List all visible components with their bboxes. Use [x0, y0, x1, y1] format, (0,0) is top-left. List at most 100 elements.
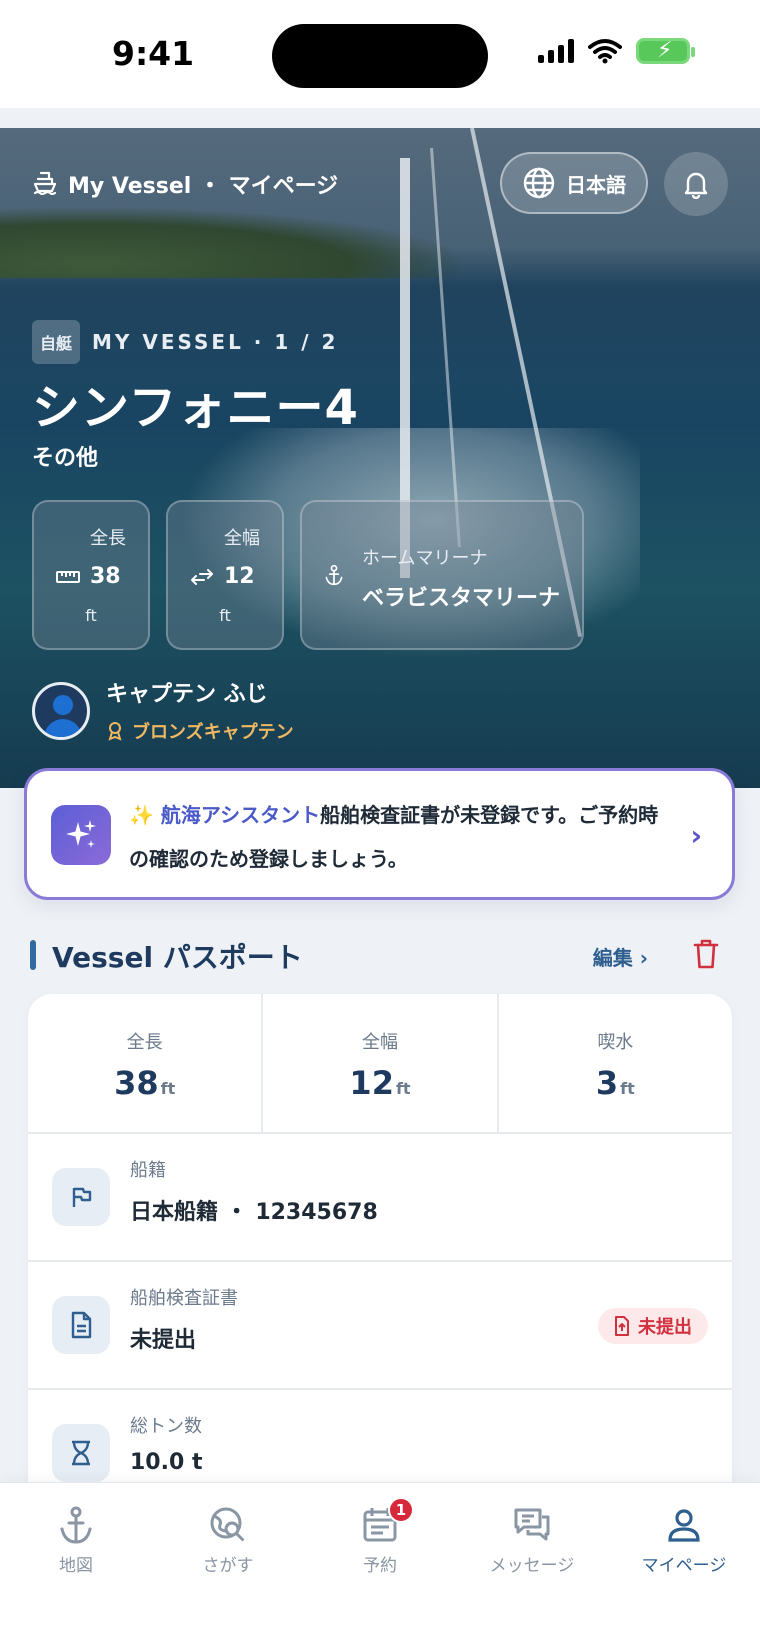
- registry-value: 日本船籍 ・ 12345678: [130, 1200, 378, 1225]
- medal-icon: [108, 722, 122, 741]
- avatar: [32, 682, 90, 740]
- assistant-name-label: 航海アシスタント: [160, 803, 321, 827]
- chevron-right-icon: ›: [690, 819, 702, 852]
- dim-beam-unit: ft: [395, 1079, 411, 1098]
- dim-beam-value: 12 ft: [263, 1064, 496, 1102]
- beam-label: 全幅: [224, 528, 260, 549]
- length-value: 38: [90, 564, 121, 589]
- home-marina-label: ホームマリーナ: [362, 548, 488, 569]
- dim-draft-label: 喫水: [597, 1032, 634, 1053]
- document-icon: [52, 1296, 110, 1354]
- status-bar: 9:41 ⚡: [0, 0, 760, 108]
- edit-label: 編集: [592, 946, 633, 970]
- length-stat-card: 全長 38 ft: [32, 500, 150, 650]
- dim-draft-value: 3 ft: [499, 1064, 732, 1102]
- registry-label: 船籍: [130, 1160, 166, 1181]
- swap-arrows-icon: [191, 569, 213, 585]
- sparkles-icon: [51, 805, 111, 865]
- length-label: 全長: [90, 528, 126, 549]
- vessel-passport-card: 全長 38 ft 全幅 12 ft 喫水 3 ft 船籍 日本船籍 ・ 1234567…: [28, 994, 732, 1514]
- notifications-button[interactable]: [664, 152, 728, 216]
- captain-name: キャプテン ふじ: [106, 682, 268, 707]
- dim-length-value: 38 ft: [28, 1064, 261, 1102]
- tab-map[interactable]: 地図: [0, 1505, 152, 1576]
- dim-draft: 喫水 3 ft: [499, 994, 732, 1132]
- vessel-hero: My Vessel ・ マイページ 日本語 自艇 MY VESSEL · 1 /…: [0, 128, 760, 788]
- ship-icon: [32, 169, 58, 199]
- dim-beam-label: 全幅: [361, 1032, 398, 1053]
- vessel-name: シンフォニー4: [32, 380, 359, 436]
- anchor-icon: [325, 564, 343, 586]
- captain-rank-label: ブロンズキャプテン: [132, 722, 294, 743]
- dim-draft-unit: ft: [620, 1079, 635, 1098]
- tonnage-value: 10.0 t: [130, 1450, 203, 1475]
- tab-mypage-label: マイページ: [641, 1556, 727, 1576]
- chat-icon: [514, 1508, 550, 1541]
- registry-row[interactable]: 船籍 日本船籍 ・ 12345678: [28, 1134, 732, 1262]
- dim-draft-number: 3: [595, 1064, 619, 1102]
- hero-header: My Vessel ・ マイページ: [32, 168, 338, 200]
- tab-messages-label: メッセージ: [489, 1556, 575, 1576]
- status-badge-label: 未提出: [638, 1317, 692, 1338]
- trash-icon[interactable]: [692, 938, 720, 970]
- tab-search-label: さがす: [202, 1556, 254, 1576]
- language-button[interactable]: 日本語: [500, 152, 648, 214]
- hourglass-icon: [52, 1424, 110, 1482]
- tab-map-label: 地図: [59, 1556, 93, 1576]
- ruler-icon: [56, 571, 80, 583]
- passport-section-header: Vessel パスポート 編集 ›: [30, 936, 730, 976]
- wifi-icon: [588, 39, 622, 64]
- tonnage-label: 総トン数: [130, 1416, 202, 1437]
- battery-charging-icon: ⚡: [636, 38, 695, 64]
- dim-length-number: 38: [114, 1064, 159, 1102]
- vessel-type: その他: [32, 446, 99, 471]
- anchor-icon: [60, 1506, 92, 1544]
- tab-mypage[interactable]: マイページ: [608, 1505, 760, 1576]
- dim-length-label: 全長: [126, 1032, 163, 1053]
- vessel-counter: MY VESSEL · 1 / 2: [92, 330, 339, 354]
- inspection-value: 未提出: [130, 1328, 197, 1353]
- home-marina-value: ベラビスタマリーナ: [362, 586, 561, 611]
- length-unit: ft: [85, 606, 97, 625]
- status-badge: 未提出: [598, 1308, 708, 1344]
- chevron-right-icon: ›: [639, 946, 648, 970]
- home-marina-card[interactable]: ホームマリーナ ベラビスタマリーナ: [300, 500, 584, 650]
- assistant-name: ✨ 航海アシスタント: [129, 803, 321, 827]
- beam-stat-card: 全幅 12 ft: [166, 500, 284, 650]
- upload-document-icon: [615, 1316, 629, 1336]
- bell-icon: [684, 172, 708, 199]
- page-title: My Vessel ・ マイページ: [68, 174, 339, 199]
- user-icon: [668, 1509, 700, 1542]
- language-label: 日本語: [566, 172, 626, 197]
- edit-button[interactable]: 編集 ›: [593, 942, 648, 971]
- tab-bookings-label: 予約: [363, 1556, 397, 1576]
- tab-messages[interactable]: メッセージ: [456, 1505, 608, 1576]
- cellular-signal-icon: [538, 39, 574, 63]
- section-accent-bar: [30, 940, 36, 970]
- status-time: 9:41: [112, 34, 195, 73]
- own-vessel-badge: 自艇: [32, 320, 81, 364]
- beam-unit: ft: [219, 606, 231, 625]
- vessel-tag-row: 自艇 MY VESSEL · 1 / 2: [32, 320, 338, 364]
- globe-icon: [523, 167, 555, 199]
- flag-icon: [52, 1168, 110, 1226]
- dim-beam: 全幅 12 ft: [263, 994, 499, 1132]
- inspection-label: 船舶検査証書: [130, 1288, 238, 1309]
- dim-length-unit: ft: [160, 1079, 176, 1098]
- dynamic-island: [272, 24, 488, 88]
- assistant-message: ✨ 航海アシスタント船舶検査証書が未登録です。ご予約時の確認のため登録しましょう…: [129, 793, 669, 881]
- dim-beam-number: 12: [349, 1064, 394, 1102]
- captain-rank: ブロンズキャプテン: [106, 718, 294, 744]
- dimension-grid: 全長 38 ft 全幅 12 ft 喫水 3 ft: [28, 994, 732, 1134]
- inspection-row[interactable]: 船舶検査証書 未提出 未提出: [28, 1262, 732, 1390]
- dim-length: 全長 38 ft: [28, 994, 264, 1132]
- status-icons: ⚡: [538, 38, 695, 64]
- beam-value: 12: [224, 564, 255, 589]
- search-globe-icon: [210, 1507, 244, 1541]
- assistant-banner[interactable]: ✨ 航海アシスタント船舶検査証書が未登録です。ご予約時の確認のため登録しましょう…: [24, 768, 735, 900]
- hero-background-hills: [0, 208, 460, 278]
- tab-bookings[interactable]: 1 予約: [304, 1497, 456, 1576]
- bookings-badge: 1: [388, 1497, 414, 1523]
- tab-search[interactable]: さがす: [152, 1505, 304, 1576]
- section-title: Vessel パスポート: [52, 941, 303, 974]
